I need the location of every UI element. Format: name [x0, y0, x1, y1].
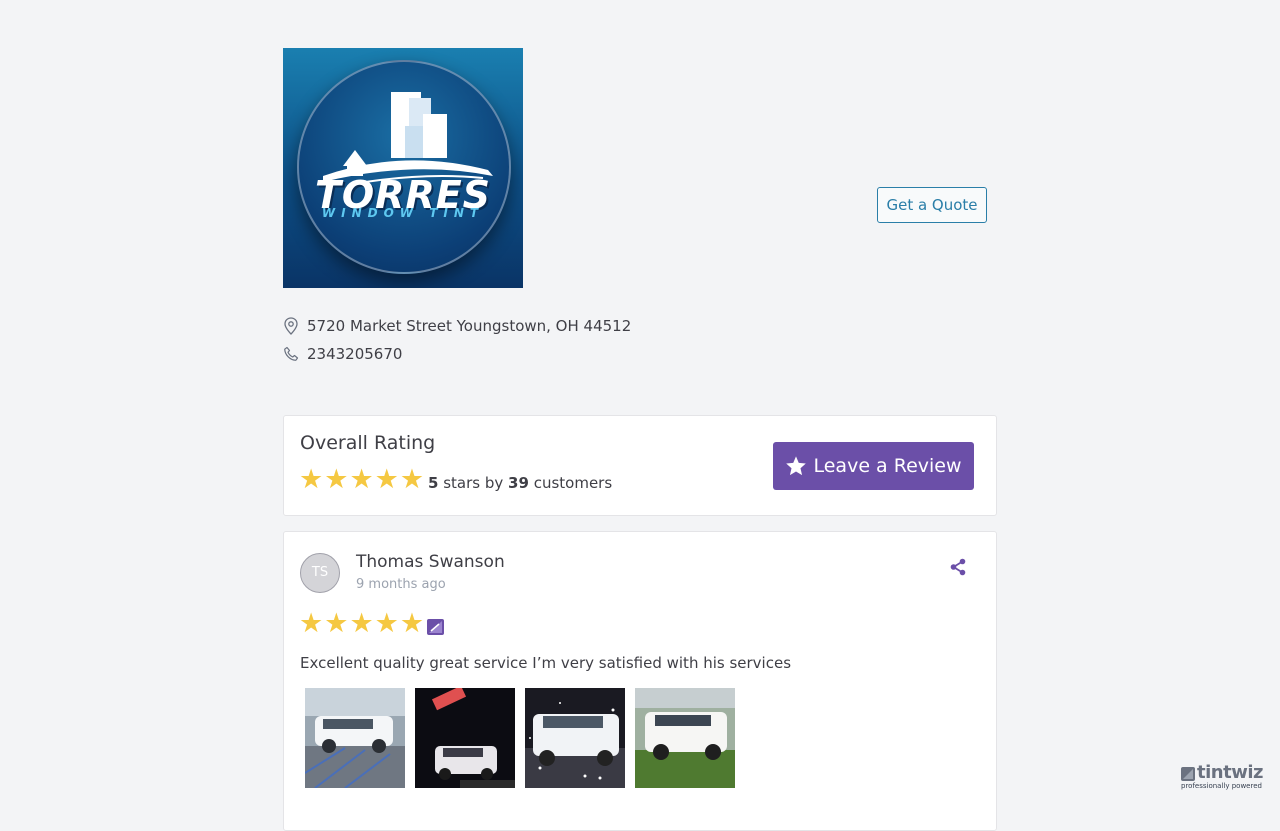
overall-rating-stars: ★ ★ ★ ★ ★ — [299, 466, 425, 493]
star-icon: ★ — [399, 464, 425, 495]
star-icon: ★ — [324, 464, 349, 495]
star-icon: ★ — [399, 608, 425, 639]
star-icon: ★ — [349, 464, 374, 495]
share-icon[interactable] — [950, 558, 966, 576]
tintwiz-brand: tintwiz — [1197, 762, 1263, 783]
business-profile: TORRES WINDOW TINT Get a Quote 5720 Mark… — [283, 48, 997, 831]
review-photo[interactable] — [525, 688, 625, 788]
review-photo[interactable] — [305, 688, 405, 788]
star-icon: ★ — [374, 608, 399, 639]
rating-customers-text: customers — [533, 474, 613, 492]
business-logo: TORRES WINDOW TINT — [283, 48, 523, 288]
location-pin-icon — [284, 317, 298, 335]
rating-stars-text: stars by — [443, 474, 504, 492]
leave-review-label: Leave a Review — [813, 455, 962, 477]
address-text: 5720 Market Street Youngstown, OH 44512 — [307, 317, 632, 335]
reviewer-name: Thomas Swanson — [356, 552, 505, 572]
phone-text[interactable]: 2343205670 — [307, 345, 402, 363]
tintwiz-badge-icon — [427, 619, 444, 635]
get-quote-button[interactable]: Get a Quote — [877, 187, 987, 223]
review-text: Excellent quality great service I’m very… — [300, 654, 792, 672]
customer-count: 39 — [508, 474, 529, 492]
review-photo[interactable] — [415, 688, 515, 788]
review-photos — [305, 688, 745, 788]
star-icon: ★ — [349, 608, 374, 639]
star-icon — [786, 456, 807, 476]
tintwiz-logo-icon — [1181, 767, 1195, 781]
leave-review-button[interactable]: Leave a Review — [773, 442, 974, 490]
review-date: 9 months ago — [356, 577, 446, 592]
star-icon: ★ — [374, 464, 399, 495]
logo-tagline-text: WINDOW TINT — [321, 206, 485, 220]
overall-rating-card: Overall Rating ★ ★ ★ ★ ★ 5 stars by 39 c… — [283, 415, 997, 516]
review-stars: ★ ★ ★ ★ ★ — [299, 610, 425, 637]
rating-summary: 5 stars by 39 customers — [428, 474, 612, 492]
buildings-icon — [323, 92, 493, 185]
rating-value: 5 — [428, 474, 439, 492]
phone-row: 2343205670 — [283, 340, 997, 368]
avatar: TS — [300, 553, 340, 593]
address-row: 5720 Market Street Youngstown, OH 44512 — [283, 312, 997, 340]
review-photo[interactable] — [635, 688, 735, 788]
review-card: TS Thomas Swanson 9 months ago ★ ★ ★ ★ ★… — [283, 531, 997, 831]
contact-info: 5720 Market Street Youngstown, OH 44512 … — [283, 312, 997, 368]
star-icon: ★ — [299, 464, 324, 495]
star-icon: ★ — [299, 608, 324, 639]
overall-rating-title: Overall Rating — [300, 432, 436, 454]
tintwiz-tagline: professionally powered — [1181, 782, 1262, 790]
phone-icon — [284, 346, 299, 361]
star-icon: ★ — [324, 608, 349, 639]
